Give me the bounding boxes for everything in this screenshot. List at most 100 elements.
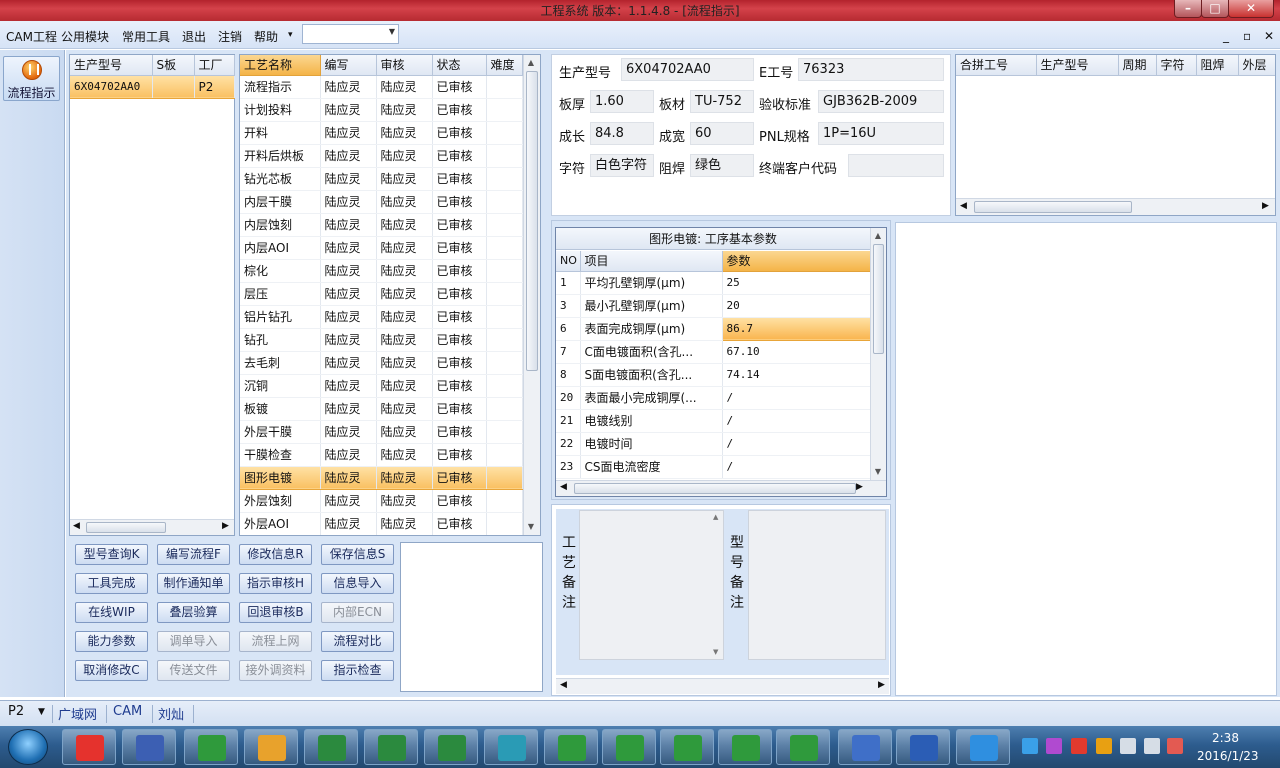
process-col-reviewer[interactable]: 审核 bbox=[376, 55, 433, 76]
close-button[interactable]: ✕ bbox=[1228, 0, 1274, 18]
taskbar-app-button[interactable] bbox=[660, 729, 714, 765]
scroll-down-icon[interactable]: ▼ bbox=[872, 466, 884, 478]
model-remarks-textarea[interactable] bbox=[748, 510, 886, 660]
scroll-right-icon[interactable]: ▶ bbox=[856, 482, 863, 492]
params-cell-value[interactable]: / bbox=[722, 455, 871, 479]
width-field[interactable]: 60 bbox=[690, 122, 754, 145]
part-col-s[interactable]: S板 bbox=[152, 55, 195, 76]
taskbar-app-button[interactable] bbox=[364, 729, 418, 765]
action-button[interactable]: 取消修改C bbox=[75, 660, 148, 681]
process-row[interactable]: 棕化 陆应灵 陆应灵 已审核 bbox=[240, 259, 523, 283]
process-row[interactable]: 开料 陆应灵 陆应灵 已审核 bbox=[240, 121, 523, 145]
action-button[interactable]: 制作通知单 bbox=[157, 573, 230, 594]
params-row[interactable]: 20 表面最小完成铜厚(... / bbox=[556, 386, 871, 410]
part-col-factory[interactable]: 工厂 bbox=[194, 55, 235, 76]
clock-date[interactable]: 2016/1/23 bbox=[1197, 749, 1259, 763]
combined-col-joint-no[interactable]: 合拼工号 bbox=[956, 55, 1037, 76]
menu-common-tools[interactable]: 常用工具 bbox=[122, 28, 170, 45]
combined-col-outer[interactable]: 外层 bbox=[1238, 55, 1275, 76]
params-row[interactable]: 3 最小孔壁铜厚(μm) 20 bbox=[556, 294, 871, 318]
combined-col-char[interactable]: 字符 bbox=[1156, 55, 1197, 76]
action-button[interactable]: 调单导入 bbox=[157, 631, 230, 652]
part-list-hscroll[interactable]: ◀ ▶ bbox=[70, 519, 234, 535]
menu-exit[interactable]: 退出 bbox=[182, 28, 206, 45]
params-col-item[interactable]: 项目 bbox=[580, 251, 723, 272]
process-row[interactable]: 沉铜 陆应灵 陆应灵 已审核 bbox=[240, 374, 523, 398]
scroll-left-icon[interactable]: ◀ bbox=[960, 201, 967, 211]
tray-x-icon[interactable] bbox=[1046, 738, 1062, 754]
part-row[interactable]: 6X04702AA0 P2 bbox=[70, 74, 235, 99]
taskbar-app-button[interactable] bbox=[718, 729, 772, 765]
toolbar-combo[interactable]: ▼ bbox=[302, 24, 399, 44]
minimize-button[interactable]: – bbox=[1174, 0, 1202, 18]
combined-hscroll[interactable]: ◀ ▶ bbox=[956, 198, 1275, 215]
tray-warning-icon[interactable] bbox=[1096, 738, 1112, 754]
process-row[interactable]: 层压 陆应灵 陆应灵 已审核 bbox=[240, 282, 523, 306]
action-button[interactable]: 编写流程F bbox=[157, 544, 230, 565]
scroll-left-icon[interactable]: ◀ bbox=[560, 482, 567, 492]
process-col-difficulty[interactable]: 难度 bbox=[486, 55, 523, 76]
taskbar-app-button[interactable] bbox=[776, 729, 830, 765]
params-row[interactable]: 8 S面电镀面积(含孔... 74.14 bbox=[556, 363, 871, 387]
taskbar-app-button[interactable] bbox=[62, 729, 116, 765]
scroll-right-icon[interactable]: ▶ bbox=[1262, 201, 1269, 211]
part-list-hthumb[interactable] bbox=[86, 522, 166, 533]
flow-indicator-button[interactable]: 流程指示 bbox=[3, 56, 60, 101]
process-row[interactable]: 外层蚀刻 陆应灵 陆应灵 已审核 bbox=[240, 489, 523, 513]
params-cell-value[interactable]: 74.14 bbox=[722, 363, 871, 387]
combined-col-mask[interactable]: 阻焊 bbox=[1196, 55, 1239, 76]
params-row[interactable]: 23 CS面电流密度 / bbox=[556, 455, 871, 479]
mdi-restore-button[interactable]: ▫ bbox=[1243, 29, 1251, 43]
remarks-hscroll[interactable]: ◀ ▶ bbox=[556, 678, 889, 694]
process-row[interactable]: 外层AOI 陆应灵 陆应灵 已审核 bbox=[240, 512, 523, 535]
network-icon[interactable] bbox=[1120, 738, 1136, 754]
action-button[interactable]: 流程上网 bbox=[239, 631, 312, 652]
help-chevron-down-icon[interactable]: ▾ bbox=[288, 30, 293, 40]
scroll-left-icon[interactable]: ◀ bbox=[73, 521, 80, 531]
taskbar-app-button[interactable] bbox=[304, 729, 358, 765]
process-row[interactable]: 钻孔 陆应灵 陆应灵 已审核 bbox=[240, 328, 523, 352]
process-row[interactable]: 计划投料 陆应灵 陆应灵 已审核 bbox=[240, 98, 523, 122]
mdi-minimize-button[interactable]: _ bbox=[1223, 29, 1229, 43]
taskbar-app-button[interactable] bbox=[602, 729, 656, 765]
taskbar-app-button[interactable] bbox=[184, 729, 238, 765]
action-button[interactable]: 型号查询K bbox=[75, 544, 148, 565]
material-field[interactable]: TU-752 bbox=[690, 90, 754, 113]
params-vscroll[interactable]: ▲ ▼ bbox=[870, 228, 886, 480]
params-cell-value[interactable]: 86.7 bbox=[722, 316, 871, 341]
menu-help[interactable]: 帮助 bbox=[254, 28, 278, 45]
action-button[interactable]: 传送文件 bbox=[157, 660, 230, 681]
params-hthumb[interactable] bbox=[574, 483, 856, 494]
factory-chevron-down-icon[interactable]: ▼ bbox=[38, 707, 45, 717]
params-cell-value[interactable]: / bbox=[722, 386, 871, 410]
combined-hthumb[interactable] bbox=[974, 201, 1132, 213]
pnl-field[interactable]: 1P=16U bbox=[818, 122, 944, 145]
process-row[interactable]: 内层AOI 陆应灵 陆应灵 已审核 bbox=[240, 236, 523, 260]
params-cell-value[interactable]: 20 bbox=[722, 294, 871, 318]
maximize-button[interactable]: □ bbox=[1201, 0, 1229, 18]
action-button[interactable]: 指示审核H bbox=[239, 573, 312, 594]
params-vthumb[interactable] bbox=[873, 244, 884, 354]
scroll-right-icon[interactable]: ▶ bbox=[878, 680, 885, 690]
action-button[interactable]: 内部ECN bbox=[321, 602, 394, 623]
process-row[interactable]: 开料后烘板 陆应灵 陆应灵 已审核 bbox=[240, 144, 523, 168]
action-button[interactable]: 工具完成 bbox=[75, 573, 148, 594]
params-col-no[interactable]: NO bbox=[556, 251, 581, 272]
combined-col-model[interactable]: 生产型号 bbox=[1036, 55, 1119, 76]
params-col-value[interactable]: 参数 bbox=[722, 251, 871, 272]
tray-app-icon[interactable] bbox=[1022, 738, 1038, 754]
params-row[interactable]: 22 电镀时间 / bbox=[556, 432, 871, 456]
process-row[interactable]: 内层蚀刻 陆应灵 陆应灵 已审核 bbox=[240, 213, 523, 237]
taskbar-app-button[interactable] bbox=[956, 729, 1010, 765]
params-cell-value[interactable]: / bbox=[722, 409, 871, 433]
e-no-field[interactable]: 76323 bbox=[798, 58, 944, 81]
process-row[interactable]: 图形电镀 陆应灵 陆应灵 已审核 bbox=[240, 465, 523, 490]
action-button[interactable]: 保存信息S bbox=[321, 544, 394, 565]
start-button[interactable] bbox=[8, 729, 48, 765]
menu-logout[interactable]: 注销 bbox=[218, 28, 242, 45]
params-cell-value[interactable]: 67.10 bbox=[722, 340, 871, 364]
process-col-name[interactable]: 工艺名称 bbox=[240, 55, 321, 76]
scroll-up-icon[interactable]: ▲ bbox=[872, 230, 884, 242]
standard-field[interactable]: GJB362B-2009 bbox=[818, 90, 944, 113]
taskbar-app-button[interactable] bbox=[896, 729, 950, 765]
